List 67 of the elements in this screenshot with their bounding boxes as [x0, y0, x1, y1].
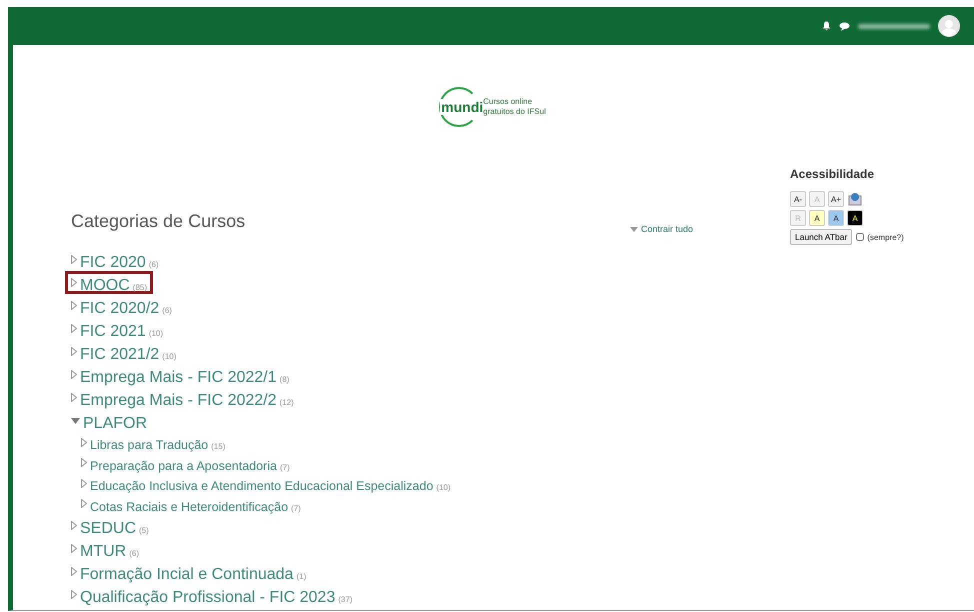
course-count: (1) — [296, 571, 306, 583]
category-link[interactable]: Preparação para a Aposentadoria — [90, 456, 277, 476]
course-count: (12) — [280, 397, 294, 409]
category-link[interactable]: Educação Inclusiva e Atendimento Educacional Especializado — [90, 476, 434, 496]
course-count: (85) — [132, 282, 148, 294]
accessibility-button[interactable]: A — [828, 210, 844, 226]
avatar-icon[interactable] — [938, 15, 960, 37]
category-link[interactable]: Qualificação Profissional - FIC 2023 — [80, 586, 336, 609]
collapsed-arrow-icon[interactable] — [71, 347, 77, 356]
expanded-arrow-icon[interactable] — [71, 418, 80, 424]
course-count: (5) — [139, 525, 149, 537]
launch-button[interactable]: Launch ATbar — [790, 229, 852, 245]
category-link[interactable]: Emprega Mais - FIC 2022/2 — [80, 389, 277, 412]
collapsed-arrow-icon[interactable] — [81, 438, 87, 447]
course-count: (8) — [280, 374, 290, 386]
collapsed-arrow-icon[interactable] — [71, 255, 77, 264]
collapsed-arrow-icon[interactable] — [81, 478, 87, 488]
course-count: (6) — [148, 259, 159, 271]
category-link[interactable]: Libras para Tradução — [90, 435, 208, 455]
category-link[interactable]: FIC 2021 — [80, 320, 146, 343]
course-count: (10) — [148, 328, 164, 340]
course-count: (6) — [129, 548, 139, 560]
collapsed-arrow-icon[interactable] — [71, 521, 77, 530]
category-link[interactable]: FIC 2021/2 — [80, 343, 160, 366]
collapsed-arrow-icon[interactable] — [71, 301, 77, 310]
category-link[interactable]: Formação Incial e Continuada — [80, 563, 294, 586]
collapsed-arrow-icon[interactable] — [71, 393, 77, 402]
checkbox-label: (sempre?) — [867, 232, 904, 242]
logo-tagline: gratuitos do IFSul — [483, 107, 546, 117]
course-count: (15) — [211, 441, 226, 453]
accessibility-button[interactable]: A+ — [828, 191, 844, 207]
category-link[interactable]: FIC 2020/2 — [80, 297, 160, 320]
collapse-all-link[interactable]: Contrair tudo — [630, 224, 694, 234]
collapsed-arrow-icon[interactable] — [81, 499, 87, 508]
collapsed-arrow-icon[interactable] — [71, 278, 77, 287]
collapse-arrow-icon[interactable] — [630, 226, 638, 232]
course-count: (7) — [280, 462, 290, 474]
collapsed-arrow-icon[interactable] — [71, 370, 77, 379]
category-link[interactable]: PLAFOR — [83, 412, 148, 435]
category-link[interactable]: MOOC — [80, 274, 130, 297]
logo-tagline: Cursos online — [483, 97, 534, 107]
logo-wordmark: mundi — [440, 99, 484, 115]
category-link[interactable]: FIC 2020 — [80, 251, 146, 274]
collapsed-arrow-icon[interactable] — [71, 590, 77, 599]
accessibility-button[interactable]: A- — [790, 191, 806, 207]
course-count: (37) — [338, 594, 352, 606]
category-link[interactable]: MTUR — [80, 540, 126, 563]
blurred-user-name[interactable] — [858, 24, 930, 28]
bell-icon[interactable] — [822, 21, 831, 31]
course-count: (10) — [162, 351, 176, 363]
collapsed-arrow-icon[interactable] — [71, 567, 77, 576]
collapsed-arrow-icon[interactable] — [71, 544, 77, 553]
course-count: (10) — [436, 482, 451, 494]
always-checkbox[interactable] — [856, 233, 864, 241]
category-link[interactable]: Emprega Mais - FIC 2022/1 — [80, 366, 277, 389]
toolbar-settings-button[interactable] — [847, 191, 863, 207]
accessibility-button[interactable]: A — [847, 210, 863, 226]
course-count: (7) — [291, 502, 301, 515]
chat-bubble-icon[interactable] — [839, 22, 850, 30]
course-count: (6) — [162, 305, 172, 317]
category-link[interactable]: SEDUC — [80, 517, 136, 540]
accessibility-button[interactable]: A — [809, 210, 825, 226]
collapsed-arrow-icon[interactable] — [71, 324, 77, 333]
section-title: Acessibilidade — [790, 167, 876, 181]
collapsed-arrow-icon[interactable] — [81, 458, 87, 468]
page-heading: Categorias de Cursos — [71, 211, 246, 232]
category-link[interactable]: Cotas Raciais e Heteroidentificação — [90, 496, 288, 516]
